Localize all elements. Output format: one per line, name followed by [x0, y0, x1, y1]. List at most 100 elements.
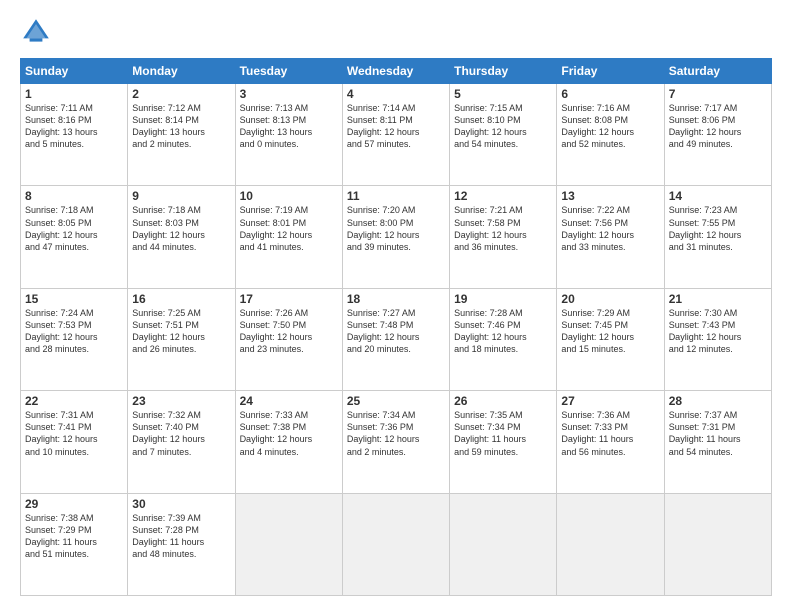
cell-text: Sunrise: 7:12 AMSunset: 8:14 PMDaylight:…	[132, 102, 230, 151]
weekday-wednesday: Wednesday	[342, 59, 449, 84]
day-number: 27	[561, 394, 659, 408]
calendar: SundayMondayTuesdayWednesdayThursdayFrid…	[20, 58, 772, 596]
weekday-thursday: Thursday	[450, 59, 557, 84]
day-cell-23: 23Sunrise: 7:32 AMSunset: 7:40 PMDayligh…	[128, 391, 235, 493]
day-cell-17: 17Sunrise: 7:26 AMSunset: 7:50 PMDayligh…	[235, 288, 342, 390]
day-cell-14: 14Sunrise: 7:23 AMSunset: 7:55 PMDayligh…	[664, 186, 771, 288]
cell-text: Sunrise: 7:22 AMSunset: 7:56 PMDaylight:…	[561, 204, 659, 253]
day-number: 10	[240, 189, 338, 203]
cell-text: Sunrise: 7:33 AMSunset: 7:38 PMDaylight:…	[240, 409, 338, 458]
empty-cell	[664, 493, 771, 595]
day-number: 15	[25, 292, 123, 306]
cell-text: Sunrise: 7:18 AMSunset: 8:05 PMDaylight:…	[25, 204, 123, 253]
weekday-monday: Monday	[128, 59, 235, 84]
day-cell-18: 18Sunrise: 7:27 AMSunset: 7:48 PMDayligh…	[342, 288, 449, 390]
day-cell-12: 12Sunrise: 7:21 AMSunset: 7:58 PMDayligh…	[450, 186, 557, 288]
cell-text: Sunrise: 7:26 AMSunset: 7:50 PMDaylight:…	[240, 307, 338, 356]
day-cell-7: 7Sunrise: 7:17 AMSunset: 8:06 PMDaylight…	[664, 84, 771, 186]
cell-text: Sunrise: 7:36 AMSunset: 7:33 PMDaylight:…	[561, 409, 659, 458]
day-number: 5	[454, 87, 552, 101]
logo-icon	[20, 16, 52, 48]
week-row-1: 8Sunrise: 7:18 AMSunset: 8:05 PMDaylight…	[21, 186, 772, 288]
cell-text: Sunrise: 7:11 AMSunset: 8:16 PMDaylight:…	[25, 102, 123, 151]
cell-text: Sunrise: 7:31 AMSunset: 7:41 PMDaylight:…	[25, 409, 123, 458]
day-cell-15: 15Sunrise: 7:24 AMSunset: 7:53 PMDayligh…	[21, 288, 128, 390]
day-number: 1	[25, 87, 123, 101]
day-cell-21: 21Sunrise: 7:30 AMSunset: 7:43 PMDayligh…	[664, 288, 771, 390]
day-cell-16: 16Sunrise: 7:25 AMSunset: 7:51 PMDayligh…	[128, 288, 235, 390]
day-cell-30: 30Sunrise: 7:39 AMSunset: 7:28 PMDayligh…	[128, 493, 235, 595]
day-number: 20	[561, 292, 659, 306]
day-cell-11: 11Sunrise: 7:20 AMSunset: 8:00 PMDayligh…	[342, 186, 449, 288]
day-number: 23	[132, 394, 230, 408]
day-cell-25: 25Sunrise: 7:34 AMSunset: 7:36 PMDayligh…	[342, 391, 449, 493]
day-number: 21	[669, 292, 767, 306]
day-cell-20: 20Sunrise: 7:29 AMSunset: 7:45 PMDayligh…	[557, 288, 664, 390]
day-number: 14	[669, 189, 767, 203]
empty-cell	[342, 493, 449, 595]
empty-cell	[450, 493, 557, 595]
weekday-friday: Friday	[557, 59, 664, 84]
day-cell-10: 10Sunrise: 7:19 AMSunset: 8:01 PMDayligh…	[235, 186, 342, 288]
weekday-tuesday: Tuesday	[235, 59, 342, 84]
day-cell-24: 24Sunrise: 7:33 AMSunset: 7:38 PMDayligh…	[235, 391, 342, 493]
cell-text: Sunrise: 7:16 AMSunset: 8:08 PMDaylight:…	[561, 102, 659, 151]
day-cell-4: 4Sunrise: 7:14 AMSunset: 8:11 PMDaylight…	[342, 84, 449, 186]
weekday-header-row: SundayMondayTuesdayWednesdayThursdayFrid…	[21, 59, 772, 84]
day-number: 29	[25, 497, 123, 511]
day-number: 25	[347, 394, 445, 408]
week-row-4: 29Sunrise: 7:38 AMSunset: 7:29 PMDayligh…	[21, 493, 772, 595]
calendar-body: 1Sunrise: 7:11 AMSunset: 8:16 PMDaylight…	[21, 84, 772, 596]
week-row-0: 1Sunrise: 7:11 AMSunset: 8:16 PMDaylight…	[21, 84, 772, 186]
cell-text: Sunrise: 7:38 AMSunset: 7:29 PMDaylight:…	[25, 512, 123, 561]
cell-text: Sunrise: 7:29 AMSunset: 7:45 PMDaylight:…	[561, 307, 659, 356]
day-cell-1: 1Sunrise: 7:11 AMSunset: 8:16 PMDaylight…	[21, 84, 128, 186]
day-cell-8: 8Sunrise: 7:18 AMSunset: 8:05 PMDaylight…	[21, 186, 128, 288]
day-cell-28: 28Sunrise: 7:37 AMSunset: 7:31 PMDayligh…	[664, 391, 771, 493]
day-number: 12	[454, 189, 552, 203]
day-number: 26	[454, 394, 552, 408]
day-number: 4	[347, 87, 445, 101]
cell-text: Sunrise: 7:18 AMSunset: 8:03 PMDaylight:…	[132, 204, 230, 253]
day-number: 30	[132, 497, 230, 511]
day-cell-9: 9Sunrise: 7:18 AMSunset: 8:03 PMDaylight…	[128, 186, 235, 288]
cell-text: Sunrise: 7:34 AMSunset: 7:36 PMDaylight:…	[347, 409, 445, 458]
day-number: 16	[132, 292, 230, 306]
day-number: 3	[240, 87, 338, 101]
cell-text: Sunrise: 7:23 AMSunset: 7:55 PMDaylight:…	[669, 204, 767, 253]
day-number: 8	[25, 189, 123, 203]
cell-text: Sunrise: 7:17 AMSunset: 8:06 PMDaylight:…	[669, 102, 767, 151]
day-number: 7	[669, 87, 767, 101]
empty-cell	[557, 493, 664, 595]
cell-text: Sunrise: 7:39 AMSunset: 7:28 PMDaylight:…	[132, 512, 230, 561]
cell-text: Sunrise: 7:27 AMSunset: 7:48 PMDaylight:…	[347, 307, 445, 356]
cell-text: Sunrise: 7:20 AMSunset: 8:00 PMDaylight:…	[347, 204, 445, 253]
day-number: 11	[347, 189, 445, 203]
day-cell-26: 26Sunrise: 7:35 AMSunset: 7:34 PMDayligh…	[450, 391, 557, 493]
weekday-saturday: Saturday	[664, 59, 771, 84]
day-number: 2	[132, 87, 230, 101]
weekday-sunday: Sunday	[21, 59, 128, 84]
cell-text: Sunrise: 7:37 AMSunset: 7:31 PMDaylight:…	[669, 409, 767, 458]
day-cell-22: 22Sunrise: 7:31 AMSunset: 7:41 PMDayligh…	[21, 391, 128, 493]
cell-text: Sunrise: 7:15 AMSunset: 8:10 PMDaylight:…	[454, 102, 552, 151]
day-number: 18	[347, 292, 445, 306]
cell-text: Sunrise: 7:32 AMSunset: 7:40 PMDaylight:…	[132, 409, 230, 458]
day-number: 13	[561, 189, 659, 203]
logo	[20, 16, 56, 48]
day-number: 19	[454, 292, 552, 306]
week-row-2: 15Sunrise: 7:24 AMSunset: 7:53 PMDayligh…	[21, 288, 772, 390]
day-cell-27: 27Sunrise: 7:36 AMSunset: 7:33 PMDayligh…	[557, 391, 664, 493]
cell-text: Sunrise: 7:13 AMSunset: 8:13 PMDaylight:…	[240, 102, 338, 151]
day-number: 28	[669, 394, 767, 408]
day-cell-13: 13Sunrise: 7:22 AMSunset: 7:56 PMDayligh…	[557, 186, 664, 288]
cell-text: Sunrise: 7:14 AMSunset: 8:11 PMDaylight:…	[347, 102, 445, 151]
cell-text: Sunrise: 7:24 AMSunset: 7:53 PMDaylight:…	[25, 307, 123, 356]
cell-text: Sunrise: 7:30 AMSunset: 7:43 PMDaylight:…	[669, 307, 767, 356]
cell-text: Sunrise: 7:35 AMSunset: 7:34 PMDaylight:…	[454, 409, 552, 458]
cell-text: Sunrise: 7:25 AMSunset: 7:51 PMDaylight:…	[132, 307, 230, 356]
day-number: 22	[25, 394, 123, 408]
cell-text: Sunrise: 7:28 AMSunset: 7:46 PMDaylight:…	[454, 307, 552, 356]
day-number: 24	[240, 394, 338, 408]
header	[20, 16, 772, 48]
